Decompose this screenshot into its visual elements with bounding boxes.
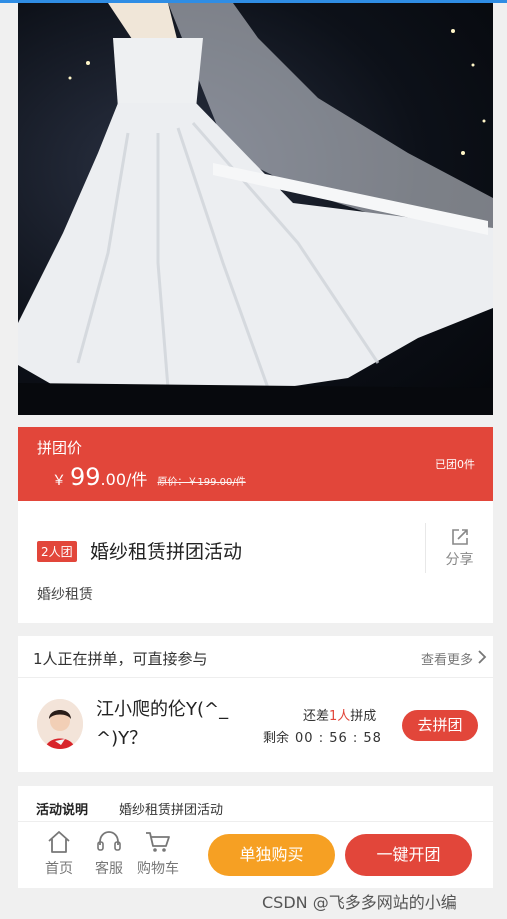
product-info-card: 2人团 婚纱租赁拼团活动 分享 婚纱租赁	[18, 501, 493, 623]
join-group-button[interactable]: 去拼团	[402, 710, 478, 741]
time-remaining: 剩余 00 : 56 : 58	[263, 731, 382, 746]
nav-home-label: 首页	[45, 861, 73, 877]
avatar	[37, 699, 83, 749]
view-more-link[interactable]: 查看更多	[421, 649, 473, 668]
activity-label: 活动说明	[36, 803, 89, 818]
original-price: 原价：￥199.00/件	[157, 477, 246, 488]
price-decimal: .00/件	[100, 470, 148, 489]
price: ￥ 99 .00/件 原价：￥199.00/件	[52, 463, 246, 491]
open-group-button[interactable]: 一键开团	[345, 834, 472, 876]
nav-home[interactable]: 首页	[39, 830, 79, 878]
ongoing-groups-card: 1人正在拼单，可直接参与 查看更多 江小爬的伦Y(^_^)Y？ 还差1人拼成 剩…	[18, 636, 493, 772]
share-button[interactable]: 分享	[425, 523, 493, 573]
group-size-tag: 2人团	[37, 541, 77, 562]
needed-count: 1人	[329, 709, 351, 724]
share-icon	[451, 529, 468, 545]
group-price-label: 拼团价	[37, 439, 83, 457]
share-label: 分享	[445, 552, 474, 568]
needed-members: 还差1人拼成	[303, 709, 377, 724]
product-image	[18, 3, 493, 415]
nav-cart-label: 购物车	[137, 861, 179, 877]
buy-single-button[interactable]: 单独购买	[208, 834, 335, 876]
currency-symbol: ￥	[52, 473, 66, 489]
bottom-action-bar: 首页 客服 购物车 单独购买 一键开团	[18, 821, 493, 888]
nav-cart[interactable]: 购物车	[134, 830, 182, 878]
chevron-right-icon[interactable]	[477, 650, 487, 664]
groups-title: 1人正在拼单，可直接参与	[33, 650, 208, 668]
product-title: 婚纱租赁拼团活动	[90, 541, 243, 563]
cart-icon	[146, 832, 170, 852]
group-leader-name: 江小爬的伦Y(^_^)Y？	[96, 699, 229, 749]
group-price-bar: 拼团价 ￥ 99 .00/件 原价：￥199.00/件 已团0件	[18, 427, 493, 501]
sold-count: 已团0件	[435, 458, 475, 471]
product-subtitle: 婚纱租赁	[37, 587, 93, 603]
headset-icon	[97, 831, 121, 851]
groups-header: 1人正在拼单，可直接参与 查看更多	[18, 636, 493, 678]
nav-service-label: 客服	[95, 861, 123, 877]
countdown-timer: 00 : 56 : 58	[295, 731, 382, 746]
nav-service[interactable]: 客服	[89, 830, 129, 878]
home-icon	[48, 831, 70, 853]
activity-description: 活动说明 婚纱租赁拼团活动	[18, 786, 493, 826]
activity-text: 婚纱租赁拼团活动	[119, 803, 224, 818]
watermark: CSDN @飞多多网站的小编	[262, 893, 457, 912]
price-integer: 99	[70, 463, 101, 491]
